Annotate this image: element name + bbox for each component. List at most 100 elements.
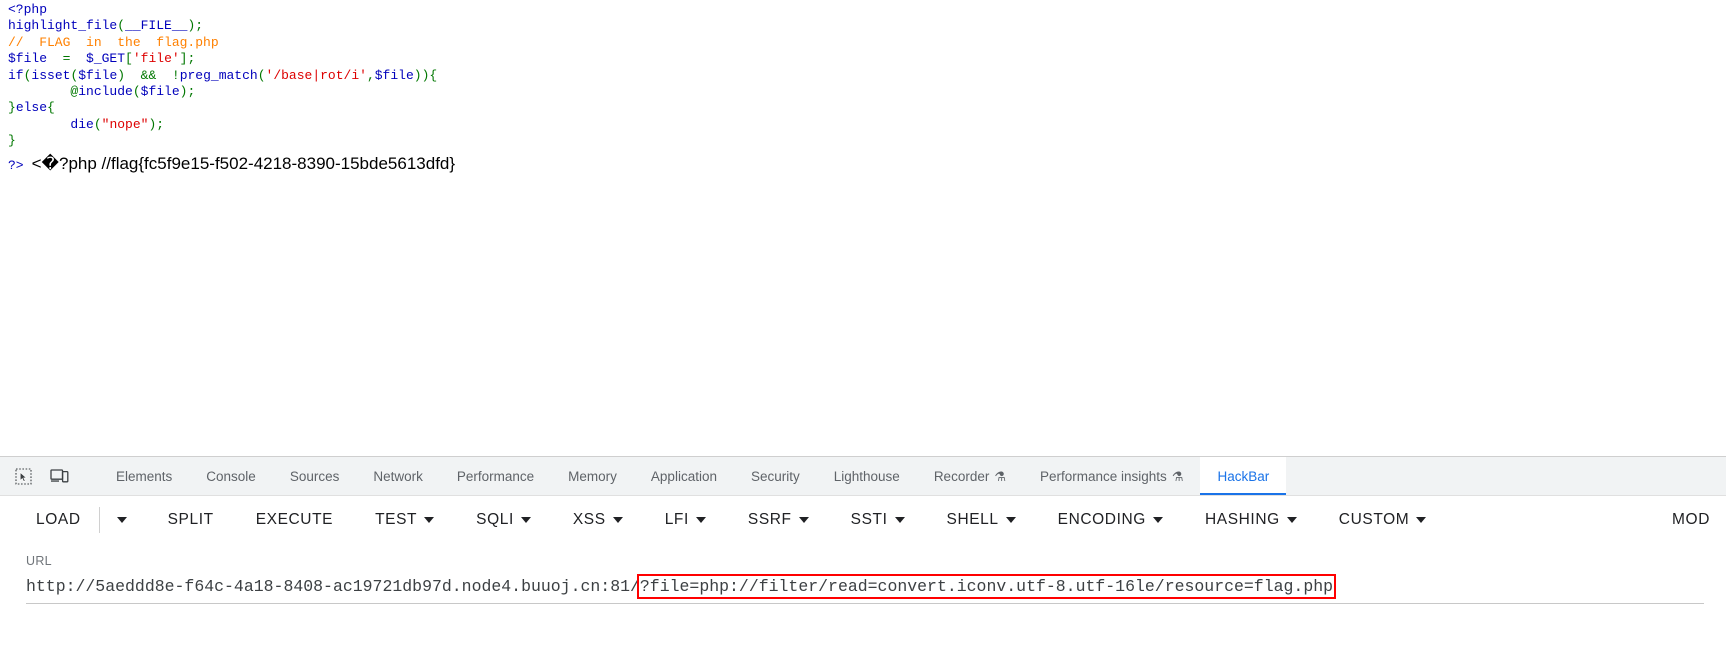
devtools-tool-icons — [0, 457, 99, 495]
code-token: } — [8, 133, 16, 149]
url-input-wrapper[interactable]: http://5aeddd8e-f64c-4a18-8408-ac19721db… — [26, 574, 1704, 604]
tab-application[interactable]: Application — [634, 457, 734, 495]
hackbar-encoding-button[interactable]: ENCODING — [1048, 505, 1173, 535]
code-token: ) && ! — [117, 67, 180, 83]
code-token: else — [15, 100, 48, 116]
tab-performance-insights[interactable]: Performance insights ⚗ — [1023, 457, 1200, 495]
hackbar-ssrf-button[interactable]: SSRF — [738, 505, 819, 535]
code-token: die — [70, 116, 94, 132]
tab-hackbar[interactable]: HackBar — [1200, 457, 1287, 495]
url-input[interactable]: http://5aeddd8e-f64c-4a18-8408-ac19721db… — [26, 574, 1704, 599]
code-token: , — [366, 67, 375, 83]
button-label: MOD — [1672, 511, 1710, 528]
tab-label: Application — [650, 468, 717, 484]
tab-label: Elements — [116, 468, 173, 484]
tab-memory[interactable]: Memory — [551, 457, 634, 495]
replacement-char-glyph: � — [41, 153, 59, 174]
code-token: ( — [117, 18, 126, 34]
experiment-beaker-icon: ⚗ — [1171, 468, 1184, 484]
hackbar-load-dropdown-button[interactable] — [108, 511, 136, 529]
url-base-text: http://5aeddd8e-f64c-4a18-8408-ac19721db… — [26, 577, 640, 596]
hackbar-split-button[interactable]: SPLIT — [158, 505, 224, 535]
browser-page-content: <?php highlight_file(__FILE__);// FLAG in… — [0, 0, 1726, 415]
hackbar-url-section: URL http://5aeddd8e-f64c-4a18-8408-ac197… — [0, 544, 1726, 604]
button-label: CUSTOM — [1338, 511, 1410, 528]
inspect-element-icon[interactable] — [10, 463, 36, 489]
hackbar-xss-button[interactable]: XSS — [563, 505, 633, 535]
tab-label: Network — [373, 468, 423, 484]
tab-label: HackBar — [1217, 468, 1270, 484]
hackbar-custom-button[interactable]: CUSTOM — [1329, 505, 1436, 535]
url-query-highlighted: ?file=php://filter/read=convert.iconv.ut… — [636, 574, 1337, 599]
code-token: ; — [156, 116, 165, 132]
devtools-tabs: Elements Console Sources Network Performance… — [99, 457, 1726, 495]
code-line: }else{ — [8, 100, 1726, 116]
code-token: ; — [195, 18, 204, 34]
hackbar-execute-button[interactable]: EXECUTE — [246, 505, 343, 535]
hackbar-test-button[interactable]: TEST — [365, 505, 444, 535]
tab-label: Performance insights — [1040, 468, 1167, 484]
tab-label: Lighthouse — [833, 468, 900, 484]
chevron-down-icon — [695, 517, 706, 523]
code-token: highlight_file — [8, 18, 118, 34]
hackbar-sqli-button[interactable]: SQLI — [466, 505, 541, 535]
button-label: SHELL — [946, 511, 999, 528]
code-token: [ — [125, 51, 133, 67]
tab-performance[interactable]: Performance — [440, 457, 551, 495]
chevron-down-icon — [798, 517, 809, 523]
tab-label: Security — [750, 468, 800, 484]
code-token: = — [47, 51, 87, 67]
tab-security[interactable]: Security — [734, 457, 817, 495]
hackbar-lfi-button[interactable]: LFI — [655, 505, 716, 535]
code-line: die("nope"); — [8, 117, 1726, 133]
code-token: 'file' — [132, 51, 180, 67]
code-token: '/base|rot/i' — [265, 67, 367, 83]
code-line: if(isset($file) && !preg_match('/base|ro… — [8, 68, 1726, 84]
hackbar-hashing-button[interactable]: HASHING — [1195, 505, 1307, 535]
chevron-down-icon — [1416, 517, 1427, 523]
code-token: ( — [257, 67, 266, 83]
hackbar-mode-button[interactable]: MOD — [1662, 505, 1720, 535]
code-token: if — [8, 67, 24, 83]
code-token: <?php — [8, 2, 48, 17]
chevron-down-icon — [612, 517, 623, 523]
tab-network[interactable]: Network — [356, 457, 440, 495]
chevron-down-icon — [424, 517, 435, 523]
hackbar-ssti-button[interactable]: SSTI — [841, 505, 915, 535]
toolbar-separator — [98, 507, 100, 533]
php-source-listing: <?php highlight_file(__FILE__);// FLAG in… — [0, 0, 1726, 150]
tab-lighthouse[interactable]: Lighthouse — [817, 457, 917, 495]
tab-console[interactable]: Console — [189, 457, 273, 495]
code-line: highlight_file(__FILE__); — [8, 18, 1726, 34]
tab-label: Console — [206, 468, 256, 484]
code-token: } — [8, 100, 16, 116]
tab-sources[interactable]: Sources — [273, 457, 357, 495]
code-token: __FILE__ — [125, 18, 188, 34]
code-token: $file — [78, 67, 118, 83]
button-label: SPLIT — [167, 511, 214, 528]
code-token: $file — [8, 51, 48, 67]
button-label: SQLI — [476, 511, 514, 528]
button-label: HASHING — [1204, 511, 1280, 528]
code-token: ; — [187, 51, 196, 67]
tab-recorder[interactable]: Recorder ⚗ — [917, 457, 1023, 495]
tab-elements[interactable]: Elements — [99, 457, 189, 495]
button-label: TEST — [375, 511, 418, 528]
hackbar-toolbar: LOAD SPLIT EXECUTE TEST SQLI XSS LFI SSRF SSTI SH… — [0, 496, 1726, 544]
hackbar-shell-button[interactable]: SHELL — [937, 505, 1026, 535]
chevron-down-icon — [1152, 517, 1163, 523]
chevron-down-icon — [520, 517, 531, 523]
hackbar-load-button[interactable]: LOAD — [26, 505, 91, 535]
code-line: $file = $_GET['file']; — [8, 51, 1726, 67]
device-toolbar-icon[interactable] — [46, 463, 72, 489]
button-label: LOAD — [36, 511, 81, 528]
tab-label: Memory — [568, 468, 617, 484]
chevron-down-icon — [894, 517, 905, 523]
code-token: ( — [132, 84, 141, 100]
code-token: preg_match — [179, 67, 258, 83]
button-label: ENCODING — [1057, 511, 1146, 528]
experiment-beaker-icon: ⚗ — [994, 468, 1006, 484]
php-close-tag: ?> — [8, 157, 24, 173]
tab-label: Sources — [289, 468, 340, 484]
code-token: // FLAG in the flag.php — [8, 34, 219, 50]
